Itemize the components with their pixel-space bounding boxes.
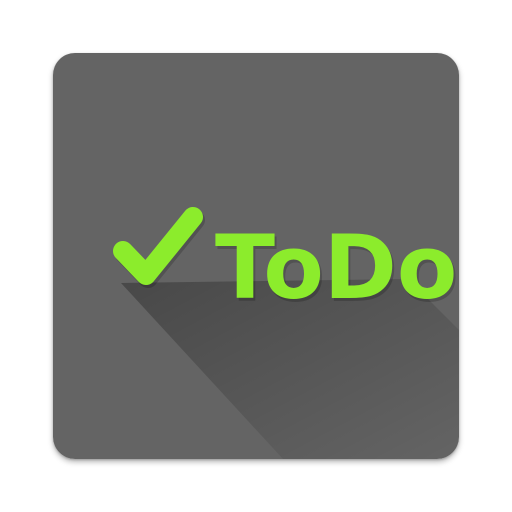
- icon-canvas: ToDo ToDo: [0, 0, 512, 512]
- app-name: ToDo: [215, 216, 457, 319]
- app-icon-artwork: ToDo ToDo: [53, 53, 459, 459]
- app-icon[interactable]: ToDo ToDo: [53, 53, 459, 459]
